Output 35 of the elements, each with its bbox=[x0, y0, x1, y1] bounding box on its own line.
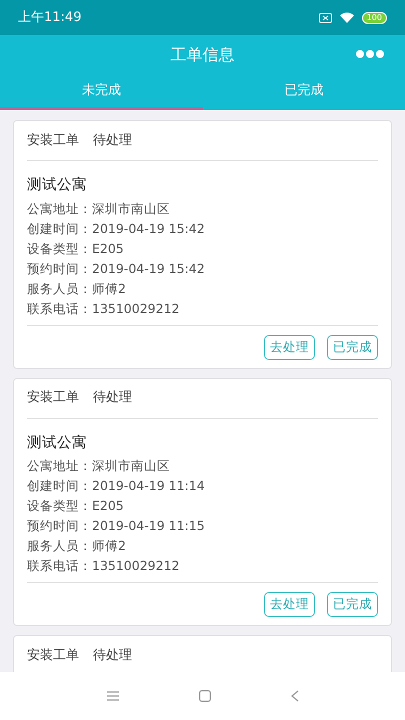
status-time: 上午11:49 bbox=[18, 8, 82, 27]
order-action-button[interactable]: 已完成 bbox=[327, 334, 378, 360]
order-action-button[interactable]: 去处理 bbox=[264, 592, 315, 617]
order-detail: 预约时间：2019-04-19 15:42 bbox=[27, 260, 206, 278]
order-action-button[interactable]: 已完成 bbox=[327, 592, 378, 617]
order-status: 待处理 bbox=[93, 132, 132, 150]
sim-icon bbox=[318, 12, 332, 22]
order-type: 安装工单 bbox=[27, 389, 79, 408]
order-status: 待处理 bbox=[93, 389, 132, 408]
order-action-button[interactable]: 去处理 bbox=[264, 334, 315, 360]
tab[interactable]: 未完成 bbox=[0, 75, 202, 110]
battery-icon: 100 bbox=[362, 12, 387, 24]
order-detail: 服务人员：师傅2 bbox=[27, 280, 127, 298]
order-detail: 公寓地址：深圳市南山区 bbox=[27, 200, 171, 218]
order-detail: 设备类型：E205 bbox=[27, 240, 125, 258]
order-type: 安装工单 bbox=[27, 646, 79, 665]
home-icon[interactable] bbox=[198, 690, 210, 702]
more-icon[interactable] bbox=[355, 49, 385, 59]
order-detail: 创建时间：2019-04-19 15:42 bbox=[27, 220, 206, 238]
tab[interactable]: 已完成 bbox=[202, 75, 405, 110]
order-detail: 公寓地址：深圳市南山区 bbox=[27, 457, 171, 476]
apartment-name: 测试公寓 bbox=[27, 176, 88, 195]
apartment-name: 测试公寓 bbox=[27, 434, 88, 452]
order-detail: 联系电话：13510029212 bbox=[27, 300, 180, 318]
wifi-icon bbox=[340, 12, 354, 23]
order-detail: 服务人员：师傅2 bbox=[27, 537, 127, 556]
order-detail: 预约时间：2019-04-19 11:15 bbox=[27, 517, 206, 536]
page-title: 工单信息 bbox=[170, 44, 234, 66]
order-type: 安装工单 bbox=[27, 132, 79, 150]
back-icon[interactable] bbox=[290, 690, 298, 702]
menu-icon[interactable] bbox=[106, 691, 118, 701]
order-detail: 联系电话：13510029212 bbox=[27, 557, 180, 576]
order-detail: 创建时间：2019-04-19 11:14 bbox=[27, 477, 206, 496]
order-detail: 设备类型：E205 bbox=[27, 497, 125, 516]
order-status: 待处理 bbox=[93, 646, 132, 665]
